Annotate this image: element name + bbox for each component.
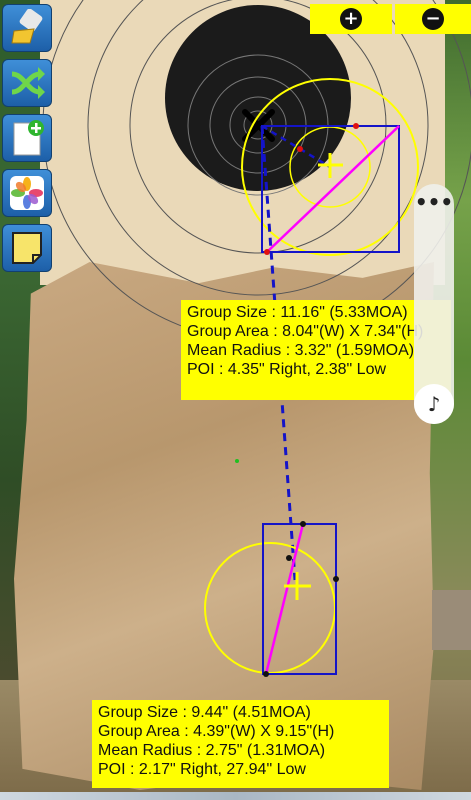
bullseye-target	[42, 0, 471, 341]
group-2-size: Group Size : 9.44" (4.51MOA)	[98, 704, 311, 721]
clear-tool-button[interactable]	[2, 4, 52, 52]
zoom-in-button[interactable]: +	[310, 4, 392, 34]
plus-icon: +	[340, 8, 362, 30]
group-1-mean-radius: Mean Radius : 3.32" (1.59MOA)	[187, 342, 415, 359]
group-2-mean-radius: Mean Radius : 2.75" (1.31MOA)	[98, 742, 326, 759]
overlay-graphics	[42, 0, 471, 677]
note-icon	[12, 232, 42, 264]
group-1-poi: POI : 4.35" Right, 2.38" Low	[187, 361, 387, 378]
target-photo[interactable]: Group Size : 11.16" (5.33MOA) Group Area…	[0, 0, 471, 800]
new-document-tool-button[interactable]	[2, 114, 52, 162]
group-2-area: Group Area : 4.39"(W) X 9.15"(H)	[98, 723, 335, 740]
tool-sidebar	[2, 4, 54, 279]
shuffle-icon	[11, 67, 45, 99]
minus-icon: −	[422, 8, 444, 30]
photos-icon	[10, 176, 44, 210]
more-options-icon[interactable]: •••	[414, 192, 454, 212]
music-note-icon[interactable]: ♪	[414, 384, 454, 424]
group-2-poi: POI : 2.17" Right, 27.94" Low	[98, 761, 306, 778]
broom-icon	[11, 9, 43, 44]
bottom-edge-bar	[0, 792, 471, 800]
group-1-area: Group Area : 8.04"(W) X 7.34"(H)	[187, 323, 424, 340]
group-1-size: Group Size : 11.16" (5.33MOA)	[187, 304, 408, 321]
group-2-overlay	[204, 521, 339, 677]
group-1-stats-box[interactable]: Group Size : 11.16" (5.33MOA) Group Area…	[181, 300, 451, 400]
shuffle-tool-button[interactable]	[2, 59, 52, 107]
zoom-out-button[interactable]: −	[395, 4, 471, 34]
floating-panel[interactable]: ••• ♪	[414, 184, 454, 424]
group-2-stats-box[interactable]: Group Size : 9.44" (4.51MOA) Group Area …	[92, 700, 389, 788]
photos-tool-button[interactable]	[2, 169, 52, 217]
new-document-icon	[13, 120, 44, 156]
note-tool-button[interactable]	[2, 224, 52, 272]
